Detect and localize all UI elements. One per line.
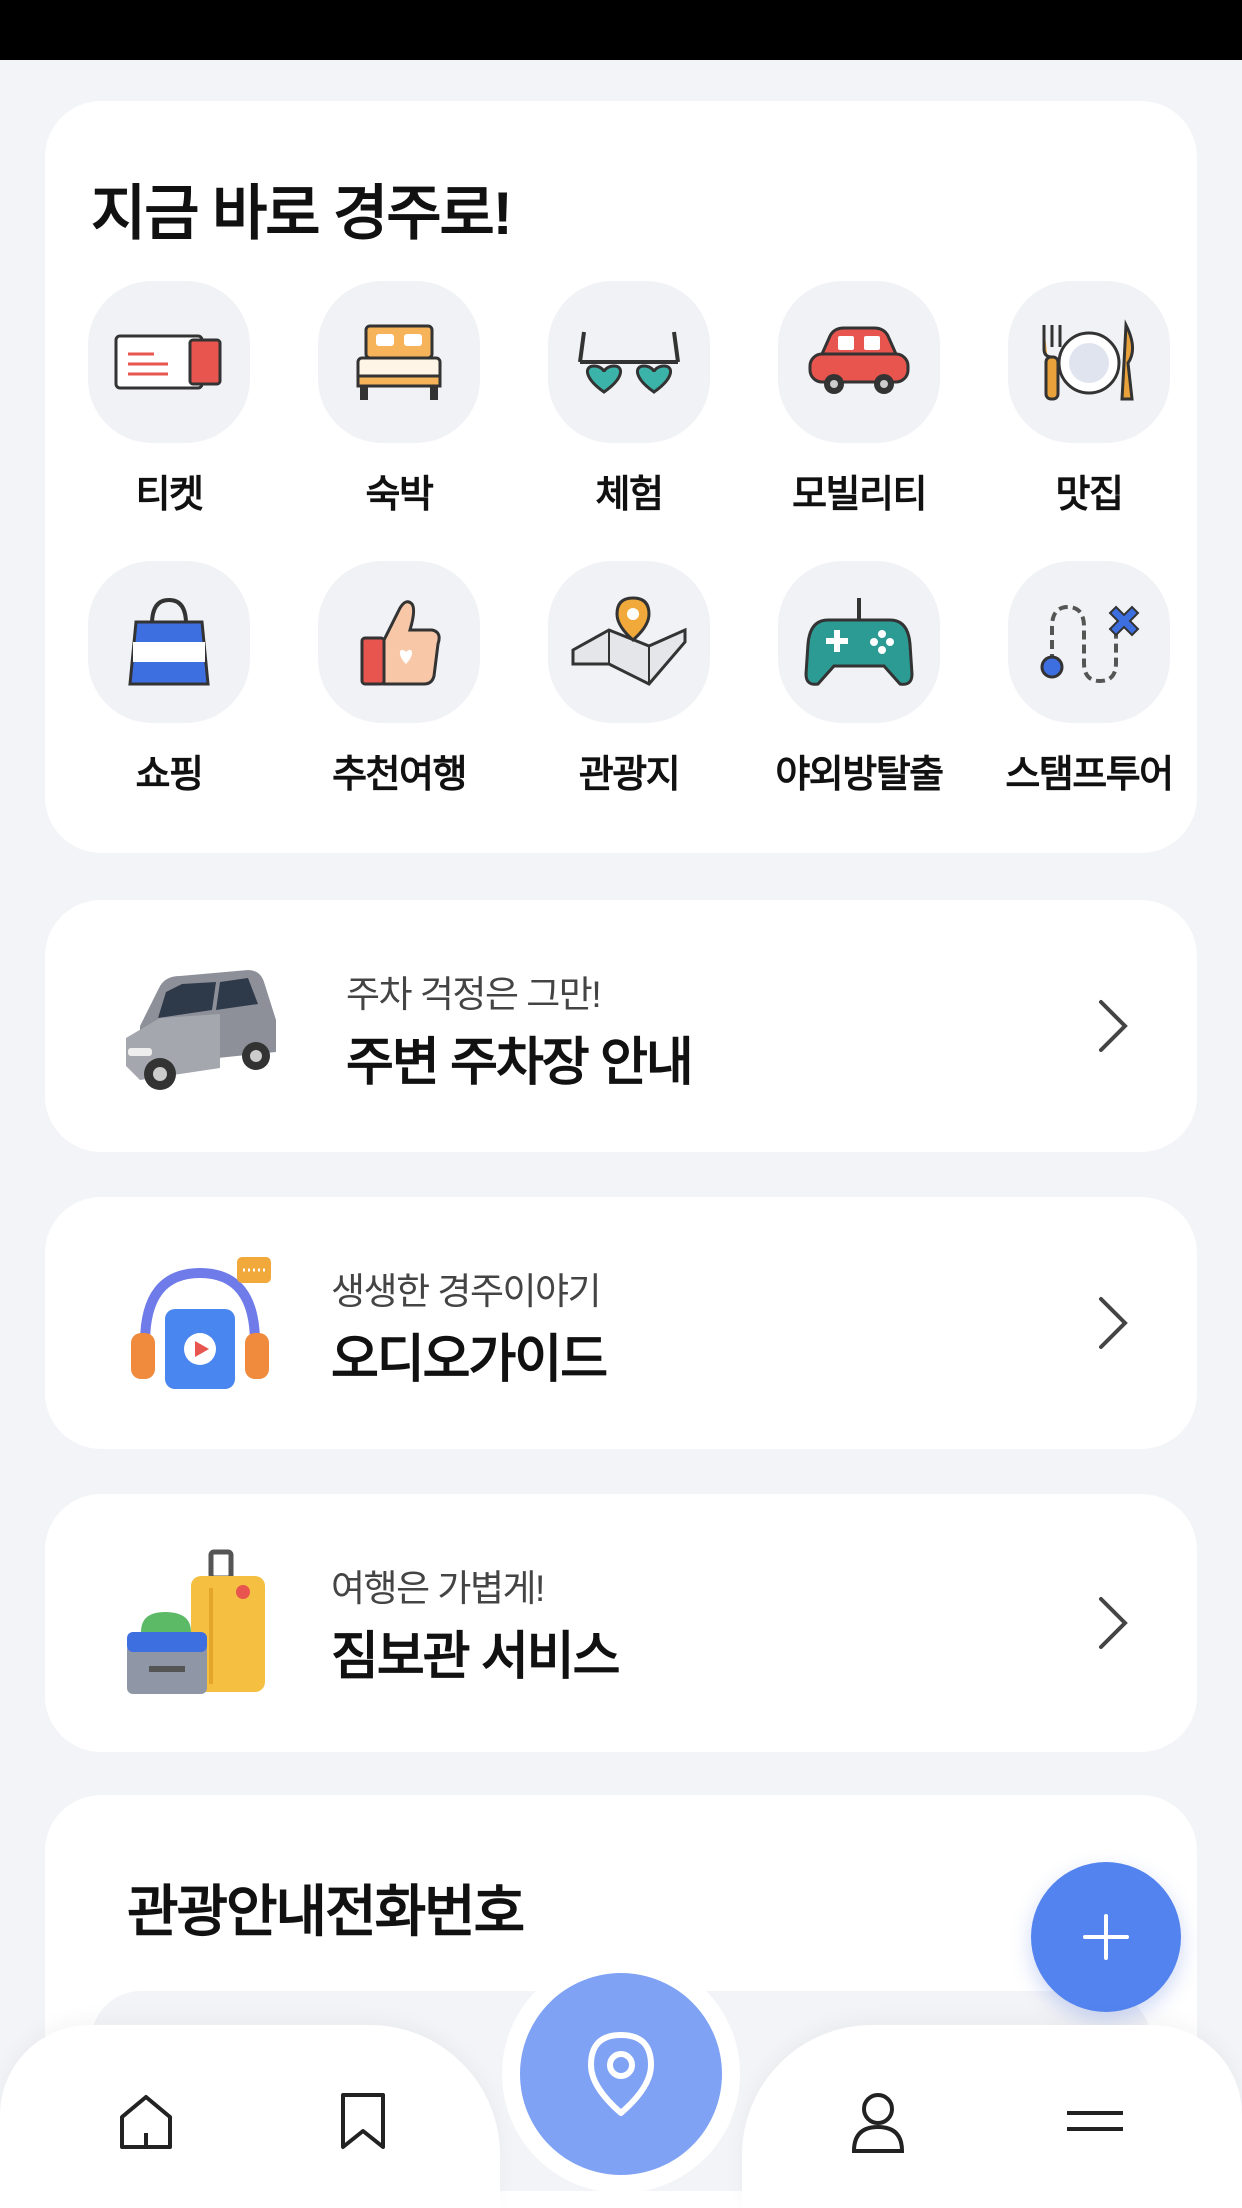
nav-bookmark-button[interactable] [327,2085,399,2157]
menu-item-label: 티켓 [135,474,204,516]
luggage-icon [115,1548,285,1698]
promo-subtitle: 주차 걱정은 그만! [346,974,602,1015]
nav-background-left [0,2025,500,2208]
menu-item-label: 야외방탈출 [775,754,944,796]
menu-item-label: 모빌리티 [792,474,927,516]
promo-title: 주변 주차장 안내 [346,1034,694,1092]
chevron-right-icon [1099,1297,1128,1349]
menu-item-stamp-tour[interactable]: 스탬프투어 [999,561,1179,798]
location-icon [588,2032,654,2116]
profile-icon [851,2093,905,2153]
luggage-service-card[interactable]: 여행은 가볍게! 짐보관 서비스 [45,1494,1197,1752]
nav-menu-button[interactable] [1059,2085,1131,2157]
quick-menu-title: 지금 바로 경주로! [91,180,513,247]
map-pin-icon [548,561,710,723]
menu-item-label: 관광지 [578,754,681,796]
parking-guide-card[interactable]: 주차 걱정은 그만! 주변 주차장 안내 [45,900,1197,1152]
menu-item-lodging[interactable]: 숙박 [309,281,489,518]
add-button[interactable] [1031,1862,1181,2012]
center-location-ring [502,1955,740,2193]
bookmark-icon [341,2093,385,2149]
menu-icon [1067,2111,1123,2131]
menu-item-mobility[interactable]: 모빌리티 [769,281,949,518]
chevron-right-icon [1099,1000,1128,1052]
menu-item-outdoor-escape[interactable]: 야외방탈출 [769,561,949,798]
dish-icon [1008,281,1170,443]
heart-glasses-icon [548,281,710,443]
status-bar [0,0,1242,60]
menu-item-label: 쇼핑 [135,754,204,796]
nav-home-button[interactable] [110,2085,182,2157]
menu-item-restaurant[interactable]: 맛집 [999,281,1179,518]
menu-item-attraction[interactable]: 관광지 [539,561,719,798]
home-icon [120,2095,172,2149]
menu-item-shopping[interactable]: 쇼핑 [79,561,259,798]
menu-item-label: 스탬프투어 [1005,754,1174,796]
menu-item-ticket[interactable]: 티켓 [79,281,259,518]
menu-item-label: 숙박 [365,474,434,516]
nav-background-right [742,2025,1242,2208]
menu-item-label: 추천여행 [332,754,467,796]
location-button[interactable] [520,1973,722,2175]
menu-item-recommended-trip[interactable]: 추천여행 [309,561,489,798]
promo-subtitle: 생생한 경주이야기 [331,1271,602,1312]
plus-icon [1083,1914,1129,1960]
nav-profile-button[interactable] [842,2085,914,2157]
promo-subtitle: 여행은 가볍게! [331,1568,545,1609]
quick-menu-card: 지금 바로 경주로! 티켓 숙박 체험 모빌리티 맛집 쇼핑 추천여행 관광지 … [45,101,1197,853]
ticket-icon [88,281,250,443]
route-icon [1008,561,1170,723]
promo-title: 오디오가이드 [331,1331,608,1389]
headphones-icon [115,1248,285,1398]
audio-guide-card[interactable]: 생생한 경주이야기 오디오가이드 [45,1197,1197,1449]
shopping-bag-icon [88,561,250,723]
bed-icon [318,281,480,443]
menu-item-label: 맛집 [1055,474,1124,516]
promo-title: 짐보관 서비스 [331,1628,620,1686]
suv-car-icon [115,951,285,1101]
gamepad-icon [778,561,940,723]
car-icon [778,281,940,443]
section-title: 관광안내전화번호 [127,1880,525,1943]
menu-item-experience[interactable]: 체험 [539,281,719,518]
menu-item-label: 체험 [595,474,664,516]
thumbs-up-icon [318,561,480,723]
chevron-right-icon [1099,1597,1128,1649]
